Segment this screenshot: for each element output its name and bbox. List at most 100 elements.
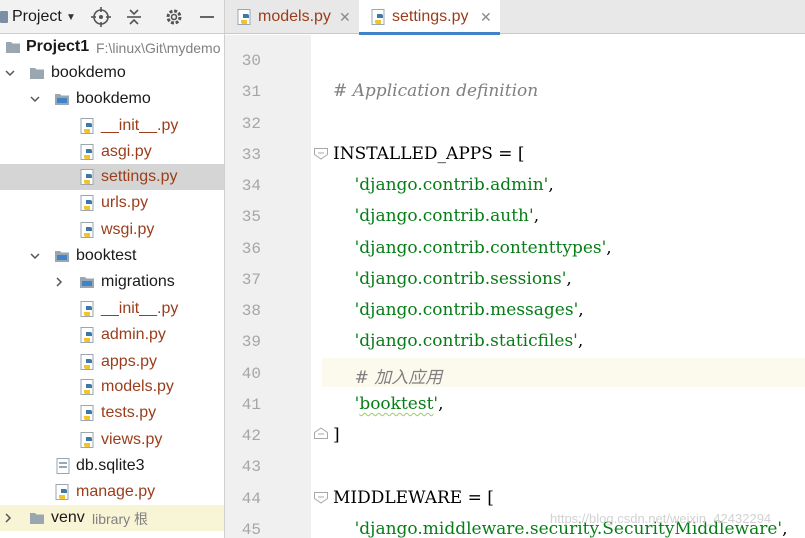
python-file-icon [80,222,96,238]
string-literal-typo: booktest [359,394,434,414]
tree-item-label: bookdemo [51,64,126,81]
tree-item-label: __init__.py [101,117,179,134]
tab-models-py[interactable]: models.py ✕ [225,0,357,34]
line-number: 35 [241,208,261,226]
tree-item-bookdemo-package[interactable]: bookdemo [0,86,224,112]
project-view-icon [0,11,8,23]
code-punct: , [782,519,788,538]
tree-item-init-py[interactable]: __init__.py [0,113,224,139]
line-number: 32 [241,115,261,133]
tree-item-label: views.py [101,431,163,448]
collapse-all-icon[interactable] [121,4,147,30]
tree-item-venv[interactable]: venv library 根 [0,505,224,531]
code-line: 'django.contrib.sessions', [333,269,572,289]
string-literal: 'django.contrib.messages' [354,300,579,320]
code-punct: , [533,206,540,226]
string-literal: 'django.contrib.contenttypes' [354,238,607,258]
collapse-arrow-icon[interactable] [3,513,13,523]
close-icon[interactable]: ✕ [339,9,351,26]
code-line: INSTALLED_APPS = [ [333,144,525,164]
tree-item-label: booktest [76,247,137,264]
tree-item-bookdemo[interactable]: bookdemo [0,60,224,86]
string-literal: 'django.contrib.admin' [354,175,549,195]
fold-marker-icon[interactable] [313,147,329,160]
code-line: # 加入应用 [333,368,443,388]
code-punct: , [578,300,584,320]
project-view-selector[interactable]: Project [12,8,62,26]
python-file-icon [55,484,71,500]
tree-item-manage-py[interactable]: manage.py [0,479,224,505]
project-tool-window: Project ▼ Project1 F:\linux\Git\mydemo b… [0,0,224,538]
code-punct: , [548,175,554,195]
tree-item-migrations[interactable]: migrations [0,269,224,295]
code-line: 'django.contrib.admin', [333,175,554,195]
python-file-icon [80,118,96,134]
expand-arrow-icon[interactable] [5,68,15,78]
fold-marker-icon[interactable] [313,491,329,504]
tree-item-booktest[interactable]: booktest [0,243,224,269]
watermark: https://blog.csdn.net/weixin_42432294 [550,511,772,526]
project-panel-header: Project ▼ [0,0,224,34]
python-file-icon [80,169,96,185]
string-literal: 'django.contrib.auth' [354,206,534,226]
line-number: 36 [241,240,261,258]
tree-item-project1[interactable]: Project1 F:\linux\Git\mydemo [0,34,224,60]
tab-settings-py[interactable]: settings.py ✕ [359,0,500,35]
line-number: 39 [241,333,261,351]
fold-end-marker-icon[interactable] [313,427,329,440]
close-icon[interactable]: ✕ [480,9,492,26]
python-file-icon [80,405,96,421]
tree-item-admin-py[interactable]: admin.py [0,322,224,348]
library-root-hint: library 根 [92,511,149,527]
tree-item-wsgi-py[interactable]: wsgi.py [0,217,224,243]
code-line: 'django.contrib.contenttypes', [333,238,612,258]
folder-icon [5,39,21,55]
dropdown-caret-icon[interactable]: ▼ [66,12,76,23]
folder-icon [29,65,45,81]
tree-item-tests-py[interactable]: tests.py [0,400,224,426]
tree-item-views-py[interactable]: views.py [0,427,224,453]
code-punct: , [577,331,584,351]
database-file-icon [55,458,71,474]
tree-item-label: apps.py [101,353,158,370]
code-line: 'booktest', [333,394,444,414]
tab-label: models.py [258,8,331,25]
tree-item-label: venv [51,509,85,526]
tree-item-settings-py[interactable]: settings.py [0,164,224,190]
tree-item-models-py[interactable]: models.py [0,374,224,400]
tree-item-db-sqlite3[interactable]: db.sqlite3 [0,453,224,479]
tab-label: settings.py [392,8,469,25]
tree-item-label: migrations [101,273,175,290]
tree-item-label: models.py [101,378,174,395]
expand-arrow-icon[interactable] [30,94,40,104]
line-number: 42 [241,427,261,445]
tree-item-init-py[interactable]: __init__.py [0,296,224,322]
code-editor[interactable]: 30 31 32 33 34 35 36 37 38 39 40 41 42 4… [225,35,805,538]
collapse-arrow-icon[interactable] [54,277,64,287]
tree-item-asgi-py[interactable]: asgi.py [0,139,224,165]
code-line: ] [333,425,340,445]
tree-item-label: tests.py [101,404,157,421]
locate-target-icon[interactable] [88,4,114,30]
gear-icon[interactable] [161,4,187,30]
code-line: 'django.contrib.auth', [333,206,539,226]
python-file-icon [80,432,96,448]
project-path: F:\linux\Git\mydemo [96,40,221,56]
package-folder-icon [54,248,70,264]
tree-item-label: asgi.py [101,143,152,160]
python-file-icon [80,379,96,395]
tree-item-label: urls.py [101,194,149,211]
line-number: 45 [241,521,261,538]
minimize-icon[interactable] [194,4,220,30]
python-file-icon [80,354,96,370]
tree-item-label: admin.py [101,326,166,343]
tree-item-urls-py[interactable]: urls.py [0,190,224,216]
expand-arrow-icon[interactable] [30,251,40,261]
tree-item-apps-py[interactable]: apps.py [0,349,224,375]
line-number: 37 [241,271,261,289]
